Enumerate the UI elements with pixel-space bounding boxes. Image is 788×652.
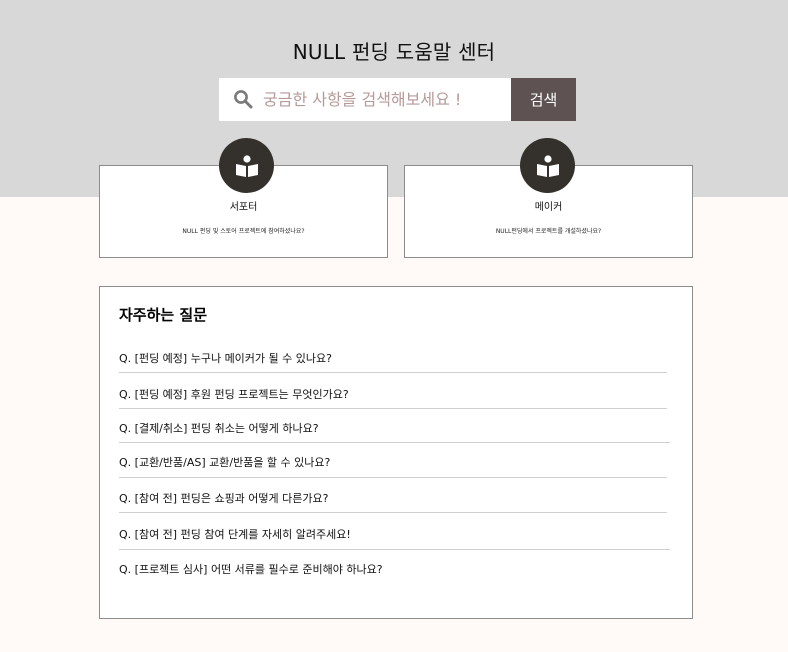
faq-card: 자주하는 질문 Q. [펀딩 예정] 누구나 메이커가 될 수 있나요? Q. … <box>99 286 693 619</box>
search-input[interactable] <box>263 78 507 121</box>
divider <box>119 372 667 373</box>
maker-badge[interactable] <box>520 138 575 193</box>
faq-item[interactable]: Q. [결제/취소] 펀딩 취소는 어떻게 하나요? <box>119 420 319 436</box>
faq-title: 자주하는 질문 <box>119 306 208 324</box>
book-reader-icon <box>536 154 559 177</box>
book-reader-icon <box>235 154 258 177</box>
faq-item[interactable]: Q. [펀딩 예정] 누구나 메이커가 될 수 있나요? <box>119 350 332 366</box>
divider <box>119 549 670 550</box>
maker-description: NULL펀딩에서 프로젝트를 개설하셨나요? <box>495 228 602 235</box>
faq-item[interactable]: Q. [펀딩 예정] 후원 펀딩 프로젝트는 무엇인가요? <box>119 386 349 402</box>
faq-item[interactable]: Q. [참여 전] 펀딩 참여 단계를 자세히 알려주세요! <box>119 526 351 542</box>
divider <box>119 477 667 478</box>
faq-item[interactable]: Q. [참여 전] 펀딩은 쇼핑과 어떻게 다른가요? <box>119 490 328 506</box>
search-box[interactable] <box>219 78 511 121</box>
supporter-badge[interactable] <box>219 138 274 193</box>
faq-item[interactable]: Q. [프로젝트 심사] 어떤 서류를 필수로 준비해야 하나요? <box>119 561 383 577</box>
search-button[interactable]: 검색 <box>511 78 576 121</box>
page-title: NULL 펀딩 도움말 센터 <box>292 40 496 64</box>
divider <box>119 442 670 443</box>
supporter-title: 서포터 <box>229 202 258 213</box>
search-icon <box>234 90 253 109</box>
supporter-description: NULL 펀딩 및 스토어 프로젝트에 참여하셨나요? <box>182 228 305 235</box>
divider <box>119 408 667 409</box>
divider <box>119 512 667 513</box>
faq-item[interactable]: Q. [교환/반품/AS] 교환/반품을 할 수 있나요? <box>119 454 330 470</box>
maker-title: 메이커 <box>534 202 563 213</box>
